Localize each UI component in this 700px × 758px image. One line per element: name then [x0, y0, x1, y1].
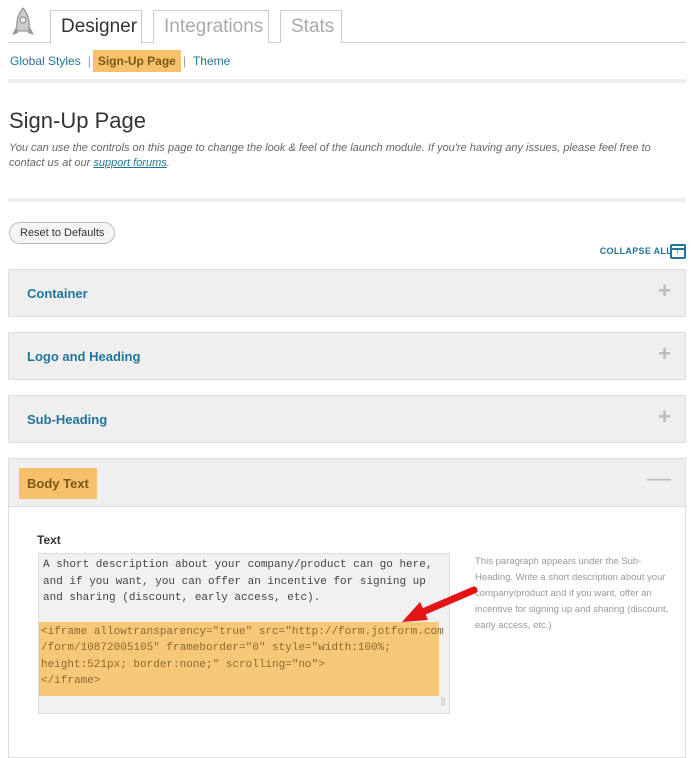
expand-plus-icon[interactable]: +: [658, 341, 671, 367]
tab-integrations[interactable]: Integrations: [153, 10, 269, 43]
divider: [8, 79, 686, 83]
panel-title: Container: [27, 286, 88, 301]
collapse-minus-icon[interactable]: —: [647, 465, 671, 493]
intro-end: .: [166, 157, 170, 169]
subnav-global-styles[interactable]: Global Styles: [10, 50, 86, 72]
panel-container[interactable]: Container +: [8, 269, 686, 317]
panel-body-text: Body Text — Text A short description abou…: [8, 458, 686, 758]
divider: [8, 198, 686, 202]
panel-title: Body Text: [19, 468, 97, 499]
reset-to-defaults-button[interactable]: Reset to Defaults: [9, 222, 116, 244]
collapse-all-icon[interactable]: [670, 244, 686, 259]
red-arrow-icon: [402, 586, 478, 622]
support-forums-link[interactable]: support forums: [93, 157, 166, 169]
collapse-all-button[interactable]: COLLAPSE ALL: [600, 246, 672, 256]
panel-title: Sub-Heading: [27, 412, 108, 427]
subnav-sign-up-page[interactable]: Sign-Up Page: [92, 50, 181, 72]
panel-header[interactable]: Body Text —: [9, 459, 685, 507]
panel-title: Logo and Heading: [27, 349, 141, 364]
panel-logo-and-heading[interactable]: Logo and Heading +: [8, 332, 686, 380]
sub-navigation: Global Styles | Sign-Up Page | Theme: [10, 50, 235, 72]
expand-plus-icon[interactable]: +: [658, 404, 671, 430]
separator: |: [182, 54, 186, 68]
tab-designer[interactable]: Designer: [50, 10, 142, 44]
main-tabs: Designer Integrations Stats: [8, 10, 686, 44]
text-field-label: Text: [37, 533, 61, 547]
panel-sub-heading[interactable]: Sub-Heading +: [8, 395, 686, 443]
body-text-textarea[interactable]: A short description about your company/p…: [38, 553, 450, 714]
page-intro: You can use the controls on this page to…: [9, 141, 679, 171]
page-title: Sign-Up Page: [9, 108, 146, 133]
resize-handle-icon[interactable]: ⣿: [440, 695, 446, 712]
expand-plus-icon[interactable]: +: [658, 278, 671, 304]
subnav-theme[interactable]: Theme: [188, 50, 235, 72]
iframe-code-highlight: <iframe allowtransparency="true" src="ht…: [39, 621, 444, 696]
separator: |: [87, 54, 91, 68]
textarea-text: A short description about your company/p…: [43, 559, 433, 604]
tab-stats[interactable]: Stats: [280, 10, 342, 43]
help-text: This paragraph appears under the Sub-Hea…: [475, 556, 669, 631]
